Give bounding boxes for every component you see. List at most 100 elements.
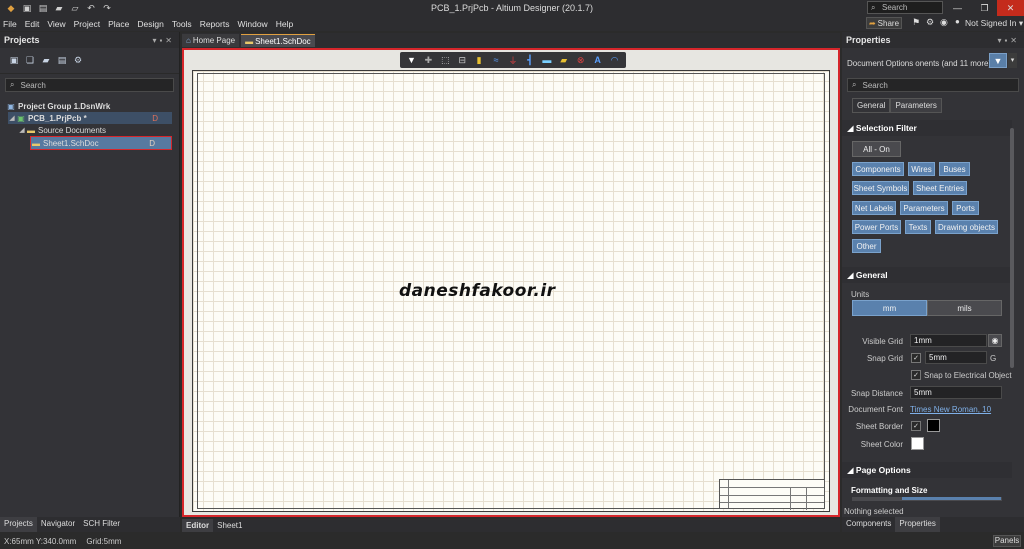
all-on-button[interactable]: All - On xyxy=(852,141,901,157)
preferences-icon[interactable]: ◉ xyxy=(940,17,948,28)
share-button[interactable]: ➦ Share xyxy=(866,17,902,29)
tab-projects[interactable]: Projects xyxy=(0,517,37,532)
tab-sheet1[interactable]: Sheet1 xyxy=(213,519,246,532)
tab-navigator[interactable]: Navigator xyxy=(37,517,79,532)
menu-help[interactable]: Help xyxy=(273,19,296,29)
collapse-arrow-icon[interactable]: ◢ xyxy=(8,114,16,122)
menu-view[interactable]: View xyxy=(44,19,68,29)
copy-icon[interactable]: ❏ xyxy=(24,55,36,66)
snap-distance-input[interactable]: 5mm xyxy=(910,386,1002,399)
save-icon[interactable]: ▣ xyxy=(20,2,34,14)
general-section-header[interactable]: ◢ General xyxy=(842,267,1012,283)
undo-icon[interactable]: ↶ xyxy=(84,2,98,14)
filter-other-button[interactable]: Other xyxy=(852,239,881,253)
minimize-button[interactable]: — xyxy=(944,0,971,16)
page-options-header[interactable]: ◢ Page Options xyxy=(842,462,1012,478)
properties-search-input[interactable]: ⌕ Search xyxy=(847,78,1019,92)
tab-properties[interactable]: Properties xyxy=(895,517,940,532)
sign-in-link[interactable]: Not Signed In ▾ xyxy=(955,18,1023,29)
menu-window[interactable]: Window xyxy=(234,19,270,29)
eye-icon[interactable]: ◉ xyxy=(988,334,1002,347)
menu-file[interactable]: File xyxy=(0,19,20,29)
filter-power-ports-button[interactable]: Power Ports xyxy=(852,220,901,234)
wire-icon[interactable]: ≈ xyxy=(490,55,502,65)
units-mils-button[interactable]: mils xyxy=(927,300,1002,316)
open-folder-icon[interactable]: ▱ xyxy=(68,2,82,14)
text-icon[interactable]: A xyxy=(592,55,604,65)
filter-parameters-button[interactable]: Parameters xyxy=(900,201,948,215)
collapse-arrow-icon[interactable]: ◢ xyxy=(18,126,26,134)
settings-icon[interactable]: ⚙ xyxy=(72,55,84,66)
bus-icon[interactable]: ┫ xyxy=(524,55,536,66)
properties-scrollbar[interactable] xyxy=(1010,128,1014,368)
tab-general[interactable]: General xyxy=(852,98,891,113)
filter-ports-button[interactable]: Ports xyxy=(952,201,979,215)
tab-components[interactable]: Components xyxy=(842,517,895,532)
gear-icon[interactable]: ⚙ xyxy=(926,17,934,28)
tree-item-workspace[interactable]: ▣ Project Group 1.DsnWrk xyxy=(6,100,110,112)
arc-icon[interactable]: ◠ xyxy=(609,55,621,66)
save-project-icon[interactable]: ▣ xyxy=(8,55,20,66)
filter-buses-button[interactable]: Buses xyxy=(939,162,970,176)
tab-sch-filter[interactable]: SCH Filter xyxy=(79,517,124,532)
panel-controls-icon[interactable]: ▾▪✕ xyxy=(997,36,1020,45)
menu-place[interactable]: Place xyxy=(105,19,132,29)
units-mm-button[interactable]: mm xyxy=(852,300,927,316)
sheet-border-color-swatch[interactable] xyxy=(927,419,940,432)
port-icon[interactable]: ▰ xyxy=(558,55,570,66)
filter-net-labels-button[interactable]: Net Labels xyxy=(852,201,896,215)
modified-badge: D xyxy=(152,113,158,123)
sheet-color-swatch[interactable] xyxy=(911,437,924,450)
snap-electrical-checkbox[interactable]: ✓ xyxy=(911,370,921,380)
move-icon[interactable]: ✚ xyxy=(422,55,434,66)
menu-tools[interactable]: Tools xyxy=(169,19,195,29)
close-button[interactable]: ✕ xyxy=(997,0,1024,16)
snap-grid-input[interactable]: 5mm xyxy=(925,351,987,364)
formatting-tabs[interactable] xyxy=(852,497,1002,501)
filter-sheet-entries-button[interactable]: Sheet Entries xyxy=(913,181,967,195)
filter-wires-button[interactable]: Wires xyxy=(908,162,935,176)
filter-components-button[interactable]: Components xyxy=(852,162,904,176)
select-icon[interactable]: ⬚ xyxy=(439,55,451,66)
harness-icon[interactable]: ▬ xyxy=(541,55,553,65)
notifications-icon[interactable]: ⚑ xyxy=(912,17,920,28)
menu-reports[interactable]: Reports xyxy=(197,19,233,29)
selection-filter-header[interactable]: ◢ Selection Filter xyxy=(842,120,1012,136)
global-search-input[interactable]: ⌕ Search xyxy=(867,1,943,14)
menu-design[interactable]: Design xyxy=(134,19,166,29)
tree-item-pcb-project[interactable]: ◢ ▣ PCB_1.PrjPcb * D xyxy=(8,112,172,124)
filter-icon[interactable]: ▼ xyxy=(405,55,417,65)
redo-icon[interactable]: ↷ xyxy=(100,2,114,14)
schematic-sheet[interactable]: daneshfakoor.ir xyxy=(192,70,830,512)
open-icon[interactable]: ▰ xyxy=(52,2,66,14)
folder-open-icon[interactable]: ▰ xyxy=(40,55,52,66)
restore-button[interactable]: ❐ xyxy=(971,0,998,16)
filter-button[interactable]: ▼ xyxy=(989,53,1007,68)
align-icon[interactable]: ⊟ xyxy=(456,55,468,66)
panels-button[interactable]: Panels xyxy=(993,535,1021,547)
tab-parameters[interactable]: Parameters xyxy=(890,98,942,113)
tree-item-sheet1[interactable]: ▬ Sheet1.SchDoc D xyxy=(30,136,172,150)
projects-search-input[interactable]: ⌕ Search xyxy=(5,78,174,92)
menu-project[interactable]: Project xyxy=(71,19,103,29)
tab-sheet1-schdoc[interactable]: ▬ Sheet1.SchDoc xyxy=(241,34,315,47)
schematic-editor[interactable]: ▼ ✚ ⬚ ⊟ ▮ ≈ ⏚ ┫ ▬ ▰ ⊗ A ◠ daneshfakoor.i… xyxy=(182,48,840,517)
snap-grid-checkbox[interactable]: ✓ xyxy=(911,353,921,363)
filter-sheet-symbols-button[interactable]: Sheet Symbols xyxy=(852,181,909,195)
filter-drawing-objects-button[interactable]: Drawing objects xyxy=(935,220,998,234)
tree-item-source-documents[interactable]: ◢ ▬ Source Documents xyxy=(18,124,106,136)
save-all-icon[interactable]: ▤ xyxy=(36,2,50,14)
filter-dropdown-icon[interactable]: ▾ xyxy=(1008,53,1017,68)
menu-edit[interactable]: Edit xyxy=(22,19,43,29)
part-icon[interactable]: ▮ xyxy=(473,55,485,66)
tab-editor[interactable]: Editor xyxy=(182,519,214,532)
sheet-border-checkbox[interactable]: ✓ xyxy=(911,421,921,431)
document-font-link[interactable]: Times New Roman, 10 xyxy=(910,405,991,414)
power-port-icon[interactable]: ⏚ xyxy=(507,54,519,67)
visible-grid-input[interactable]: 1mm xyxy=(910,334,987,347)
directive-icon[interactable]: ⊗ xyxy=(575,55,587,66)
panel-controls-icon[interactable]: ▾▪✕ xyxy=(152,36,175,45)
tab-home-page[interactable]: ⌂ Home Page xyxy=(182,34,240,47)
folder-icon[interactable]: ▤ xyxy=(56,55,68,66)
filter-texts-button[interactable]: Texts xyxy=(905,220,931,234)
